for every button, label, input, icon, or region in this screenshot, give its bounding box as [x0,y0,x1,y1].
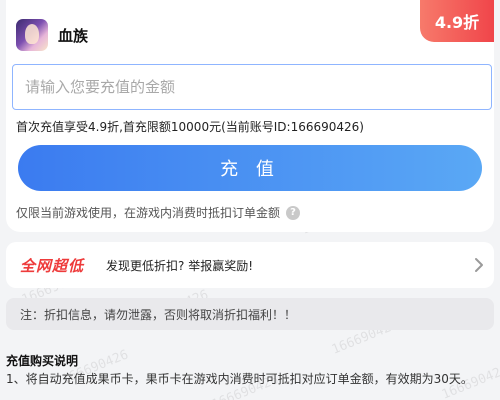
instructions-item-1: 1、将自动充值成果币卡，果币卡在游戏内消费时可抵扣对应订单金额，有效期为30天。 [6,372,473,386]
lowest-price-badge: 全网超低 [20,256,85,275]
app-header: 血族 [16,18,88,52]
recharge-card: 血族 4.9折 [6,0,494,232]
first-recharge-note: 首次充值享受4.9折,首充限额10000元(当前账号ID:166690426) [16,120,364,134]
confidentiality-warning: 注：折扣信息，请勿泄露，否则将取消折扣福利！！ [6,298,494,330]
amount-input[interactable] [12,64,492,110]
report-text: 发现更低折扣? 举报赢奖励! [106,258,254,273]
help-icon[interactable]: ? [286,205,301,220]
usage-limit-text: 仅限当前游戏使用，在游戏内消费时抵扣订单金额 [16,206,281,220]
usage-limit-note: 仅限当前游戏使用，在游戏内消费时抵扣订单金额 ? [16,204,301,221]
game-avatar-icon [16,19,48,51]
discount-badge: 4.9折 [420,0,494,42]
report-lower-price-banner[interactable]: 全网超低 发现更低折扣? 举报赢奖励! [6,242,494,288]
instructions-title: 充值购买说明 [6,354,79,368]
app-name: 血族 [58,26,89,45]
recharge-button[interactable]: 充 值 [18,145,482,191]
chevron-right-icon[interactable] [474,257,484,273]
